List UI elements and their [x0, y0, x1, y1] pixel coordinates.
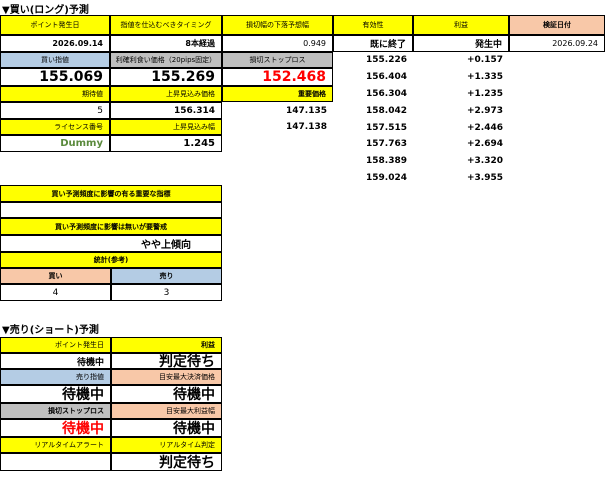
label-stop-loss: 損切ストップロス — [222, 52, 333, 68]
label-up-expect: 上昇見込み価格 — [110, 86, 222, 102]
buy-limit-value: 155.069 — [0, 68, 110, 86]
key-price-2-value: 147.138 — [286, 122, 327, 132]
label-license: ライセンス番号 — [0, 119, 110, 135]
short-stop-loss-value: 待機中 — [0, 419, 111, 437]
side-profit: +1.335 — [466, 72, 503, 83]
side-profit: +2.973 — [466, 105, 503, 116]
expect-value: 5 — [0, 102, 110, 119]
box-sell-count: 3 — [111, 284, 222, 301]
side-profit: +3.955 — [466, 172, 503, 183]
profit-value: 発生中 — [413, 35, 509, 52]
short-tp-max-value: 待機中 — [111, 385, 222, 403]
box-q1-answer — [0, 202, 222, 218]
label-take-profit: 利確利食い価格（20pips固定） — [110, 52, 222, 68]
timing-value: 8本経過 — [110, 35, 222, 52]
short-label-point-date: ポイント発生日 — [0, 337, 111, 353]
short-label-stop-loss: 損切ストップロス — [0, 403, 111, 419]
up-expect-value: 156.314 — [110, 102, 222, 119]
box-q1-label: 買い予測頻度に影響の有る重要な指標 — [0, 185, 222, 202]
short-label-profit: 利益 — [111, 337, 222, 353]
side-price: 155.226 — [366, 55, 407, 66]
side-profit: +1.235 — [466, 88, 503, 99]
label-point-date: ポイント発生日 — [0, 15, 110, 35]
side-price: 159.024 — [366, 172, 407, 183]
stop-loss-value: 152.468 — [222, 68, 333, 86]
label-expect: 期待値 — [0, 86, 110, 102]
short-label-sell-limit: 売り指値 — [0, 369, 111, 385]
box-sell-label: 売り — [111, 268, 222, 284]
long-section-title: ▼買い(ロング)予測 — [2, 4, 89, 16]
label-profit: 利益 — [413, 15, 509, 35]
point-date-value: 2026.09.14 — [0, 35, 110, 52]
verify-date-value: 2026.09.24 — [509, 35, 605, 52]
short-profit-value: 判定待ち — [111, 353, 222, 369]
box-q2-answer: やや上傾向 — [0, 235, 222, 252]
short-point-value: 待機中 — [0, 353, 111, 369]
side-profit: +2.694 — [466, 139, 503, 150]
license-value: Dummy — [0, 135, 110, 152]
label-verify-date: 検証日付 — [509, 15, 605, 35]
short-tp-width-value: 待機中 — [111, 419, 222, 437]
short-label-alert: リアルタイムアラート — [0, 437, 111, 453]
short-section-title: ▼売り(ショート)予測 — [2, 324, 99, 336]
label-stop-lower: 損切幅の下落予想幅 — [222, 15, 333, 35]
up-width-value: 1.245 — [110, 135, 222, 152]
side-price: 156.304 — [366, 88, 407, 99]
side-price: 156.404 — [366, 72, 407, 83]
side-profit: +2.446 — [466, 122, 503, 133]
side-price: 157.515 — [366, 122, 407, 133]
side-profit: +0.157 — [466, 55, 503, 66]
label-timing: 指値を仕込むべきタイミング — [110, 15, 222, 35]
label-up-width: 上昇見込み幅 — [110, 119, 222, 135]
side-price: 158.389 — [366, 156, 407, 167]
side-profit: +3.320 — [466, 156, 503, 167]
label-key-price: 重要価格 — [222, 86, 333, 102]
short-sell-limit-value: 待機中 — [0, 385, 111, 403]
box-q2-label: 買い予測頻度に影響は無いが要警戒 — [0, 218, 222, 235]
valid-value: 既に終了 — [333, 35, 413, 52]
box-stats-label: 統計(参考) — [0, 252, 222, 268]
short-label-tp-max: 目安最大決済価格 — [111, 369, 222, 385]
short-label-judge: リアルタイム判定 — [111, 437, 222, 453]
box-buy-count: 4 — [0, 284, 111, 301]
side-price: 157.763 — [366, 139, 407, 150]
short-label-tp-width: 目安最大利益幅 — [111, 403, 222, 419]
take-profit-value: 155.269 — [110, 68, 222, 86]
label-buy-limit: 買い指値 — [0, 52, 110, 68]
label-valid: 有効性 — [333, 15, 413, 35]
short-alert-value — [0, 453, 111, 471]
stop-lower-value: 0.949 — [222, 35, 333, 52]
box-buy-label: 買い — [0, 268, 111, 284]
side-price: 158.042 — [366, 105, 407, 116]
short-judge-value: 判定待ち — [111, 453, 222, 471]
key-price-value: 147.135 — [286, 105, 327, 116]
